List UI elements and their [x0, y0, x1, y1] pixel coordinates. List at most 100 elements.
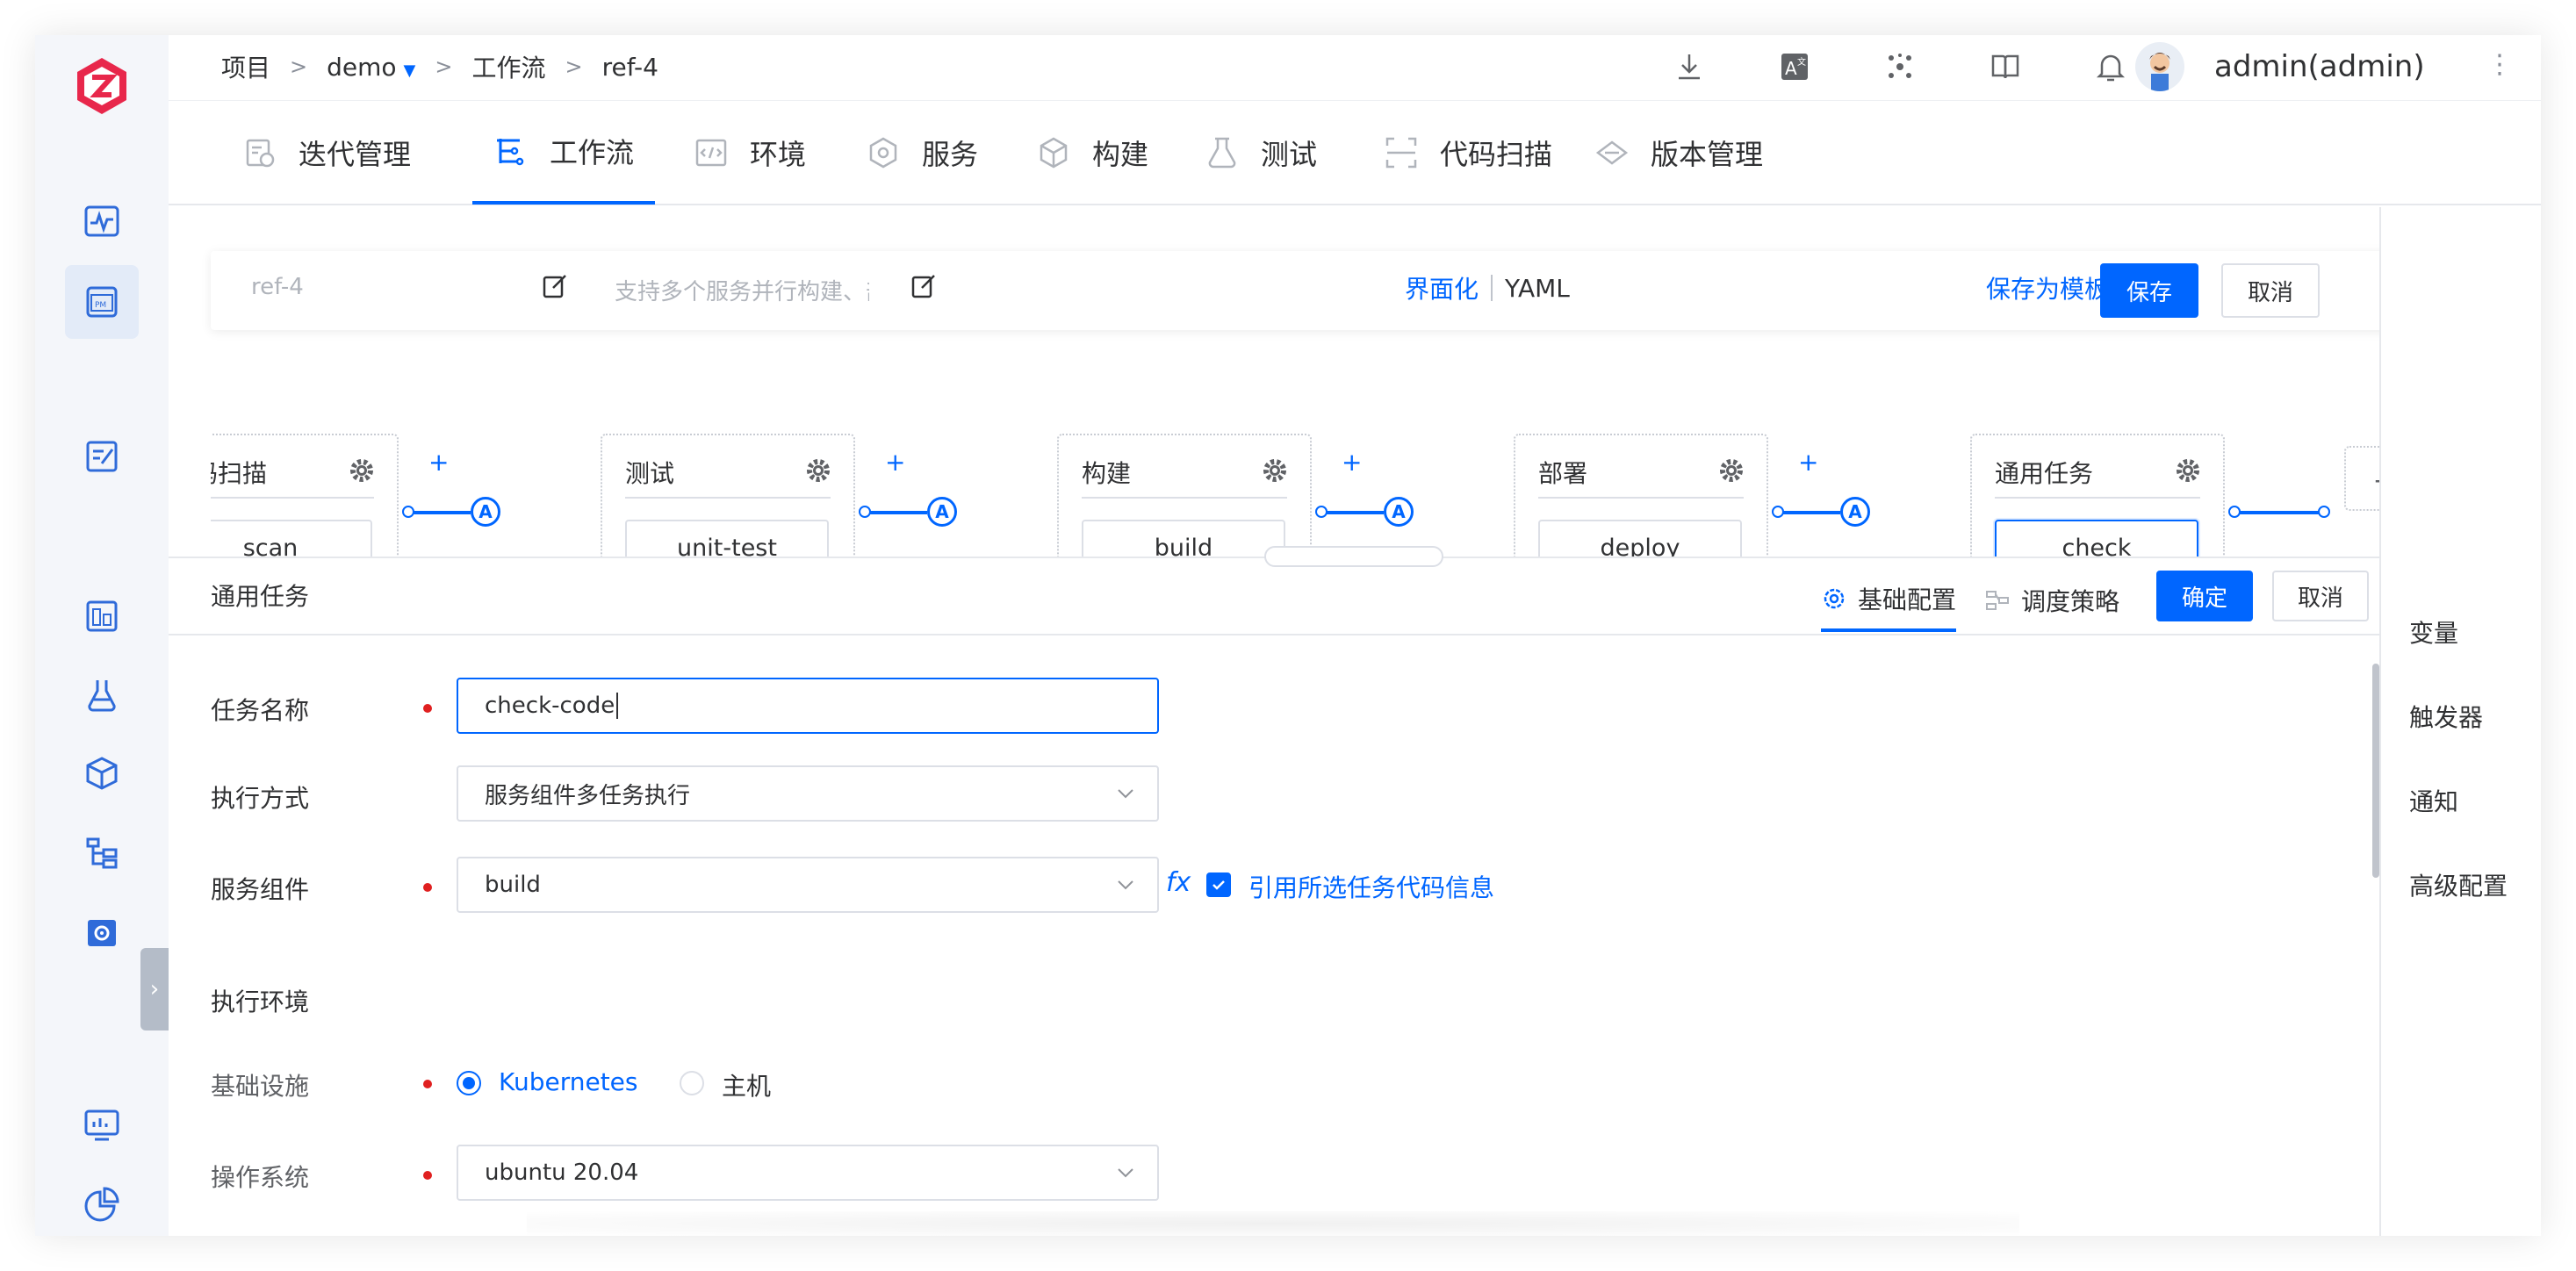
- gear-icon[interactable]: [2174, 456, 2202, 485]
- flask-icon[interactable]: [65, 658, 139, 732]
- variables-link[interactable]: 变量: [2409, 614, 2458, 650]
- translate-icon[interactable]: A文: [1775, 47, 1814, 86]
- divider: [1538, 497, 1744, 499]
- workflow-icon: [497, 139, 524, 166]
- hierarchy-icon[interactable]: [65, 816, 139, 890]
- checkmark-icon: [1212, 880, 1225, 890]
- dashboard-icon[interactable]: [65, 184, 139, 258]
- notifications-link[interactable]: 通知: [2409, 783, 2458, 818]
- gear-icon[interactable]: [348, 456, 376, 485]
- breadcrumb-item[interactable]: 工作流: [471, 49, 545, 84]
- connector-line: [1782, 511, 1840, 514]
- tab-service[interactable]: 服务: [845, 101, 999, 205]
- exec-mode-label: 执行方式: [211, 784, 310, 813]
- add-stage-plus[interactable]: +: [885, 448, 905, 477]
- stage-title: 部署: [1538, 459, 1588, 488]
- project-selector[interactable]: demo ▼: [327, 53, 415, 82]
- task-name-input[interactable]: check-code: [457, 678, 1159, 734]
- settings-box-icon[interactable]: [65, 895, 139, 969]
- tab-workflow[interactable]: 工作流: [472, 101, 656, 205]
- add-stage-plus[interactable]: +: [1342, 448, 1362, 477]
- tab-schedule-policy[interactable]: 调度策略: [1984, 569, 2119, 632]
- gear-outline-icon: [1824, 588, 1845, 609]
- cluster-icon[interactable]: [1881, 47, 1919, 86]
- fx-variable-icon[interactable]: fx: [1166, 867, 1191, 898]
- auto-run-toggle[interactable]: A: [1840, 497, 1870, 527]
- task-name-label: 任务名称: [211, 696, 310, 725]
- radio-kubernetes[interactable]: [457, 1071, 481, 1095]
- stage-title: 构建: [1082, 459, 1132, 488]
- sidebar-collapse-toggle[interactable]: ›: [140, 948, 169, 1030]
- add-stage-plus[interactable]: +: [1798, 448, 1818, 477]
- bottom-shadow: [527, 1211, 2019, 1236]
- radio-host[interactable]: [680, 1071, 704, 1095]
- edit-icon[interactable]: [910, 272, 938, 300]
- tab-release[interactable]: 版本管理: [1573, 101, 1784, 205]
- save-as-template-link[interactable]: 保存为模板: [1986, 270, 2109, 305]
- drawer-resize-handle[interactable]: [1264, 546, 1443, 567]
- monitor-icon[interactable]: [65, 1088, 139, 1162]
- ref-code-checkbox[interactable]: [1206, 872, 1231, 897]
- os-select[interactable]: ubuntu 20.04: [457, 1145, 1159, 1201]
- download-icon[interactable]: [1670, 47, 1709, 86]
- text-cursor: [616, 693, 619, 719]
- tab-label: 测试: [1261, 138, 1318, 171]
- advanced-config-link[interactable]: 高级配置: [2409, 867, 2508, 902]
- auto-run-toggle[interactable]: A: [471, 497, 500, 527]
- pie-chart-icon[interactable]: [65, 1167, 139, 1236]
- save-button[interactable]: 保存: [2100, 263, 2198, 318]
- breadcrumb-separator: >: [290, 54, 308, 79]
- package-icon[interactable]: [65, 737, 139, 811]
- auto-run-toggle[interactable]: A: [927, 497, 957, 527]
- triggers-link[interactable]: 触发器: [2409, 699, 2483, 734]
- project-management-icon[interactable]: PM: [65, 265, 139, 339]
- workflow-description-field[interactable]: 支持多个服务并行构建、部署、测试: [615, 274, 869, 306]
- workflow-name-field[interactable]: ref-4: [251, 274, 304, 300]
- iteration-icon: [246, 139, 275, 168]
- radio-kubernetes-label[interactable]: Kubernetes: [499, 1067, 638, 1096]
- test-icon: [1208, 137, 1236, 169]
- username[interactable]: admin(admin): [2214, 49, 2425, 84]
- chevron-down-icon: [1118, 789, 1133, 799]
- gui-view-toggle[interactable]: 界面化: [1405, 270, 1479, 305]
- divider: [625, 497, 831, 499]
- gear-icon[interactable]: [1717, 456, 1745, 485]
- add-stage-plus[interactable]: +: [428, 448, 449, 477]
- tab-label: 代码扫描: [1440, 138, 1553, 171]
- radio-host-label[interactable]: 主机: [722, 1067, 771, 1102]
- edit-document-icon[interactable]: [65, 420, 139, 493]
- tab-label: 版本管理: [1651, 138, 1764, 171]
- gear-icon[interactable]: [804, 456, 832, 485]
- tab-build[interactable]: 构建: [1015, 101, 1169, 205]
- cancel-button[interactable]: 取消: [2221, 263, 2320, 318]
- stage-title: 通用任务: [1995, 459, 2094, 488]
- divider: [1995, 497, 2200, 499]
- breadcrumb-item[interactable]: 项目: [221, 49, 270, 84]
- gear-icon[interactable]: [1261, 456, 1289, 485]
- docs-icon[interactable]: [1986, 47, 2025, 86]
- report-icon[interactable]: [65, 579, 139, 653]
- confirm-button[interactable]: 确定: [2156, 571, 2253, 621]
- tab-test[interactable]: 测试: [1184, 101, 1338, 205]
- auto-run-toggle[interactable]: A: [1384, 497, 1414, 527]
- more-icon[interactable]: ⋮: [2486, 49, 2513, 80]
- tab-basic-config[interactable]: 基础配置: [1821, 569, 1957, 632]
- bell-icon[interactable]: [2091, 47, 2130, 86]
- edit-icon[interactable]: [541, 272, 569, 300]
- drawer-scrollbar[interactable]: [2372, 664, 2379, 878]
- cancel-button[interactable]: 取消: [2272, 571, 2369, 621]
- avatar[interactable]: [2135, 42, 2184, 91]
- tab-label: 基础配置: [1858, 585, 1957, 614]
- service-icon: [869, 137, 897, 169]
- connector-line: [1326, 511, 1384, 514]
- yaml-view-toggle[interactable]: YAML: [1505, 274, 1570, 303]
- top-bar: 项目 > demo ▼ > 工作流 > ref-4 A文 admin(admin)…: [169, 35, 2541, 100]
- tab-iteration[interactable]: 迭代管理: [221, 101, 432, 205]
- divider: [1491, 275, 1493, 301]
- service-component-select[interactable]: build: [457, 857, 1159, 913]
- zadig-logo-icon[interactable]: [68, 53, 135, 119]
- tab-code-scan[interactable]: 代码扫描: [1363, 101, 1573, 205]
- tab-environment[interactable]: 环境: [673, 101, 827, 205]
- ref-code-label[interactable]: 引用所选任务代码信息: [1248, 869, 1494, 904]
- exec-mode-select[interactable]: 服务组件多任务执行: [457, 765, 1159, 822]
